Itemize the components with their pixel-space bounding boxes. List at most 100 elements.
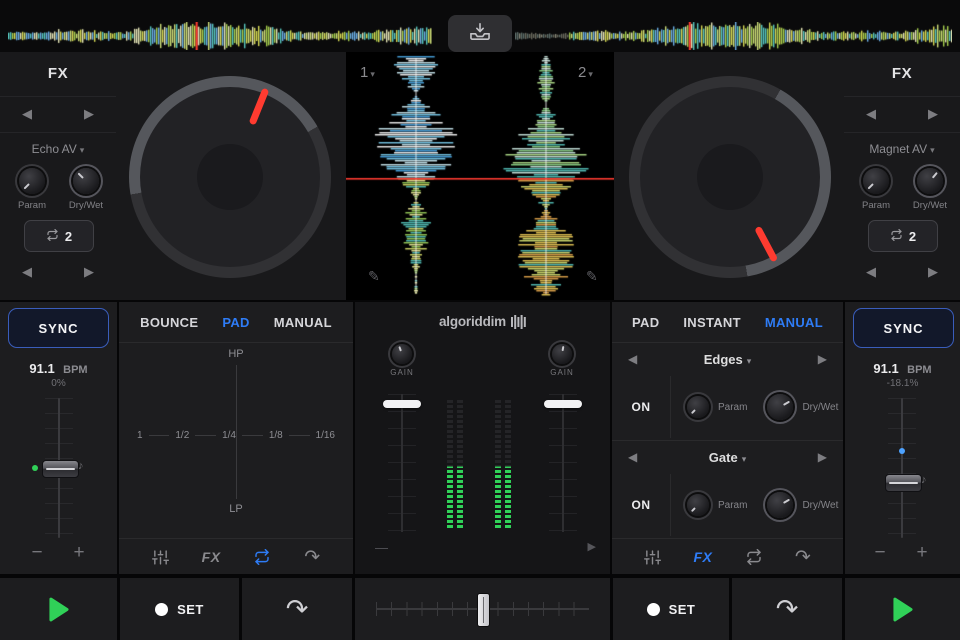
fx-slot-2-param-knob[interactable]: [687, 494, 709, 516]
fx-slot-1-name[interactable]: Edges ▾: [704, 352, 752, 367]
deck1-overview-waveform[interactable]: [8, 22, 432, 50]
deck2-number: 2: [578, 64, 587, 81]
algoriddim-logo-text: algoriddim: [438, 314, 506, 329]
pitch-plus-button-left[interactable]: +: [64, 540, 94, 566]
pitch-plus-button-right[interactable]: +: [907, 540, 937, 566]
fx-left-loop-beats-button[interactable]: 2: [24, 220, 94, 252]
fx-right-bank-prev-button[interactable]: ◀: [866, 264, 876, 280]
deck1-number-label[interactable]: 1 ▾: [360, 64, 375, 81]
bpm-display-left: 91.1 BPM: [0, 360, 117, 378]
deck2-edit-grid-icon[interactable]: ✎: [586, 268, 598, 285]
jog-wheel-left[interactable]: [129, 76, 331, 278]
deck2-number-label[interactable]: 2 ▾: [578, 64, 593, 81]
tab-manual-left[interactable]: MANUAL: [274, 315, 332, 330]
fx-slot-2-param-label: Param: [718, 499, 748, 511]
fx-slot-1-drywet-knob[interactable]: [767, 394, 794, 420]
cue-set-button-left[interactable]: SET: [120, 578, 239, 640]
pitch-minus-button-left[interactable]: −: [22, 540, 52, 566]
fx-right-param-knob[interactable]: [863, 168, 889, 194]
tab-pad-right[interactable]: PAD: [632, 315, 659, 330]
fx-slot-2-drywet-knob[interactable]: [767, 492, 794, 518]
crossfader-handle[interactable]: [477, 593, 490, 627]
fx-slot-1-param-knob[interactable]: [687, 396, 709, 418]
jog-wheel-right[interactable]: [629, 76, 831, 278]
chevron-down-icon: ▾: [588, 69, 593, 79]
fx-slot-2-on-label: ON: [631, 498, 651, 512]
djay-app: FX ◀ ▶ Echo AV ▾ Param Dry/Wet 2 ◀ ▶ 1 ▾…: [0, 0, 960, 640]
fx-slot-2-prev-button[interactable]: ◀: [628, 450, 637, 464]
tab-manual-right[interactable]: MANUAL: [765, 315, 823, 330]
fx-right-loop-beats-button[interactable]: 2: [868, 220, 938, 252]
fx-slot-2-name[interactable]: Gate ▾: [709, 450, 746, 465]
fx-left-bank-prev-button[interactable]: ◀: [22, 264, 32, 280]
beat-jump-icon-right[interactable]: ↷: [795, 547, 811, 567]
mixer-sliders-icon[interactable]: [151, 549, 169, 566]
loop-tab-icon-right[interactable]: [745, 549, 763, 565]
fx-tab-icon-left[interactable]: FX: [202, 549, 221, 565]
channel-fader-right-track[interactable]: [562, 394, 564, 532]
fx-left-next-button[interactable]: ▶: [84, 106, 94, 122]
fx-left-prev-button[interactable]: ◀: [22, 106, 32, 122]
deck2-overview-waveform[interactable]: [515, 22, 952, 50]
fx-right-preset-name: Magnet AV: [869, 142, 928, 156]
play-button-left[interactable]: [0, 578, 117, 640]
fx-right-drywet-knob[interactable]: [917, 168, 943, 194]
gain-label-left: GAIN: [390, 368, 414, 377]
pitch-fader-right-handle[interactable]: [885, 474, 922, 492]
fx-panel-left: FX ◀ ▶ Echo AV ▾ Param Dry/Wet 2 ◀ ▶: [0, 52, 116, 300]
fx-slot-1-on-button[interactable]: ON: [612, 376, 671, 438]
divider: [844, 132, 960, 133]
fx-left-drywet-knob[interactable]: [73, 168, 99, 194]
fx-panel-right-title: FX: [891, 65, 913, 82]
loop-out-button-right[interactable]: ↷: [732, 578, 842, 640]
fx-slot-2-next-button[interactable]: ▶: [818, 450, 827, 464]
channel-fader-right-handle[interactable]: [544, 400, 582, 408]
fx-slot-1-prev-button[interactable]: ◀: [628, 352, 637, 366]
channel-fader-left-track[interactable]: [401, 394, 403, 532]
mixer-collapse-icon[interactable]: —: [375, 540, 388, 555]
deck1-number: 1: [360, 64, 369, 81]
parallel-waveform-canvas[interactable]: [346, 52, 614, 300]
bpm-value-right: 91.1: [873, 361, 899, 376]
fx-left-preset-selector[interactable]: Echo AV ▾: [0, 142, 116, 156]
fx-panel-right: FX ◀ ▶ Magnet AV ▾ Param Dry/Wet 2 ◀ ▶: [844, 52, 960, 300]
loop-out-button-left[interactable]: ↷: [242, 578, 352, 640]
tab-instant[interactable]: INSTANT: [683, 315, 740, 330]
pitch-fader-left-handle[interactable]: [42, 460, 79, 478]
fx-tab-icon-right[interactable]: FX: [693, 549, 712, 565]
fx-left-bank-next-button[interactable]: ▶: [84, 264, 94, 280]
jog-zone-right: [614, 52, 844, 300]
bpm-display-right: 91.1 BPM: [845, 360, 960, 378]
fx-slot-1-param-label: Param: [718, 401, 748, 413]
parallel-waveform-display[interactable]: 1 ▾ 2 ▾ ✎ ✎: [346, 52, 614, 300]
mixer-expand-icon[interactable]: ▶: [588, 540, 596, 553]
xy-pad-horizontal-axis[interactable]: 1 1/2 1/4 1/8 1/16: [137, 430, 335, 441]
fx-right-prev-button[interactable]: ◀: [866, 106, 876, 122]
cue-set-button-right[interactable]: SET: [613, 578, 729, 640]
mixer-sliders-icon[interactable]: [644, 549, 662, 566]
fx-slot-2-on-button[interactable]: ON: [612, 474, 671, 536]
fx-right-bank-next-button[interactable]: ▶: [928, 264, 938, 280]
fx-right-preset-selector[interactable]: Magnet AV ▾: [844, 142, 960, 156]
fx-slot-1-next-button[interactable]: ▶: [818, 352, 827, 366]
chevron-down-icon: ▾: [741, 453, 747, 464]
fx-right-next-button[interactable]: ▶: [928, 106, 938, 122]
pitch-minus-button-right[interactable]: −: [865, 540, 895, 566]
fx-left-param-knob[interactable]: [19, 168, 45, 194]
sync-button-right-label: SYNC: [883, 320, 924, 336]
tab-bounce[interactable]: BOUNCE: [140, 315, 198, 330]
gain-knob-left[interactable]: [392, 344, 412, 364]
tab-pad[interactable]: PAD: [222, 315, 249, 330]
pitch-fader-right-track[interactable]: [901, 398, 903, 538]
sync-button-left[interactable]: SYNC: [8, 308, 109, 348]
loop-tab-icon-left[interactable]: [253, 549, 271, 565]
library-tray-button[interactable]: [448, 15, 512, 52]
gain-knob-right[interactable]: [552, 344, 572, 364]
sync-button-right[interactable]: SYNC: [853, 308, 954, 348]
play-button-right[interactable]: [845, 578, 960, 640]
beat-jump-icon-left[interactable]: ↷: [304, 547, 320, 567]
curved-arrow-icon: ↷: [775, 593, 799, 625]
deck1-edit-grid-icon[interactable]: ✎: [368, 268, 380, 285]
channel-fader-left-handle[interactable]: [383, 400, 421, 408]
fx-right-loop-beats-value: 2: [908, 228, 917, 244]
